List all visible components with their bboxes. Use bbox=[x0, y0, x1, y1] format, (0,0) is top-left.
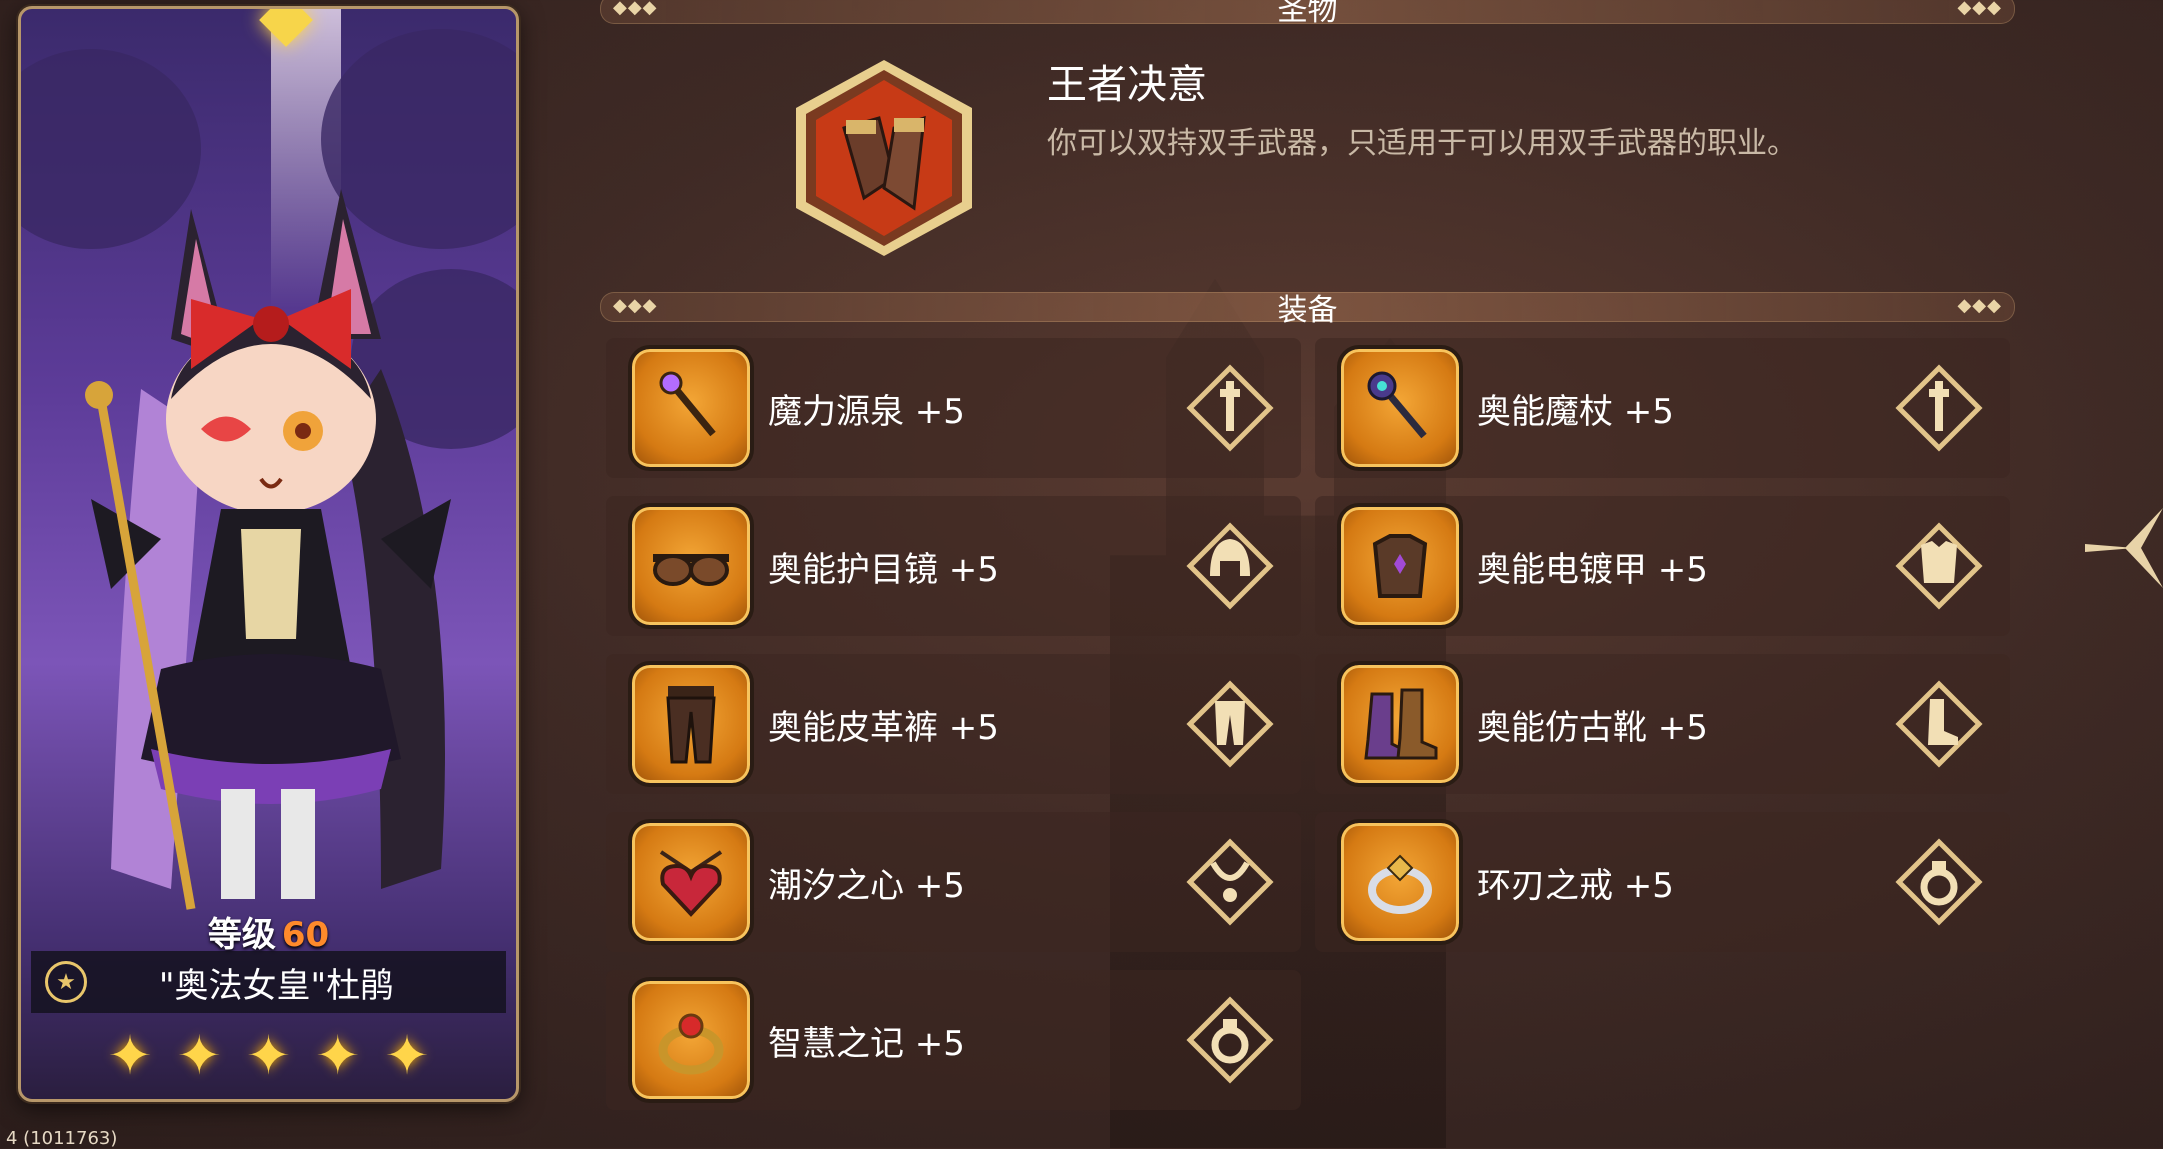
equipment-name: 奥能魔杖 +5 bbox=[1477, 391, 1674, 432]
equipment-name: 智慧之记 +5 bbox=[768, 1023, 965, 1064]
character-portrait bbox=[85, 189, 451, 910]
equipment-section-header: ◆◆◆ 装备 ◆◆◆ bbox=[600, 292, 2015, 328]
relic-section-header: ◆◆◆ 圣物 ◆◆◆ bbox=[600, 0, 2015, 28]
equipment-item[interactable]: 魔力源泉 +5 bbox=[606, 338, 1301, 478]
equipment-item[interactable]: 奥能护目镜 +5 bbox=[606, 496, 1301, 636]
equipment-item[interactable]: 奥能电镀甲 +5 bbox=[1315, 496, 2010, 636]
equipment-name: 潮汐之心 +5 bbox=[768, 865, 965, 906]
character-level: 等级 60 bbox=[21, 907, 516, 956]
pants-slot-icon bbox=[1186, 680, 1274, 768]
star-icon: ✦ bbox=[315, 1024, 361, 1087]
weapon-slot-icon bbox=[1895, 364, 1983, 452]
equipment-item[interactable]: 奥能皮革裤 +5 bbox=[606, 654, 1301, 794]
equipment-name: 奥能仿古靴 +5 bbox=[1477, 707, 1708, 748]
equipment-item[interactable]: 智慧之记 +5 bbox=[606, 970, 1301, 1110]
equipment-name: 环刃之戒 +5 bbox=[1477, 865, 1674, 906]
armor-icon bbox=[1337, 503, 1463, 629]
character-name-bar: ★ "奥法女皇"杜鹃 bbox=[31, 951, 506, 1013]
heart-amulet-icon bbox=[628, 819, 754, 945]
equipment-item[interactable]: 潮汐之心 +5 bbox=[606, 812, 1301, 952]
armor-slot-icon bbox=[1895, 522, 1983, 610]
equipment-name: 奥能皮革裤 +5 bbox=[768, 707, 999, 748]
star-icon: ✦ bbox=[107, 1024, 153, 1087]
necklace-slot-icon bbox=[1186, 838, 1274, 926]
next-page-arrow-icon[interactable] bbox=[2085, 498, 2163, 598]
relic-description: 你可以双持双手武器，只适用于可以用双手武器的职业。 bbox=[1047, 126, 1797, 161]
star-icon: ✦ bbox=[384, 1024, 430, 1087]
ornament-dots: ◆◆◆ bbox=[1957, 0, 2002, 18]
relic-name: 王者决意 bbox=[1047, 62, 1207, 108]
ring-slot-icon bbox=[1186, 996, 1274, 1084]
equipment-name: 魔力源泉 +5 bbox=[768, 391, 965, 432]
level-number: 60 bbox=[281, 915, 330, 955]
character-name: "奥法女皇"杜鹃 bbox=[158, 965, 395, 1006]
ornament-dots: ◆◆◆ bbox=[1957, 295, 2002, 316]
staff-icon bbox=[1337, 345, 1463, 471]
boots-icon bbox=[1337, 661, 1463, 787]
gauntlets-icon[interactable] bbox=[784, 58, 984, 258]
level-label: 等级 bbox=[207, 915, 276, 955]
equipment-item[interactable]: 奥能魔杖 +5 bbox=[1315, 338, 2010, 478]
star-icon: ✦ bbox=[245, 1024, 292, 1087]
weapon-slot-icon bbox=[1186, 364, 1274, 452]
equipment-item[interactable]: 奥能仿古靴 +5 bbox=[1315, 654, 2010, 794]
equipment-name: 奥能电镀甲 +5 bbox=[1477, 549, 1708, 590]
equipment-item[interactable]: 环刃之戒 +5 bbox=[1315, 812, 2010, 952]
relic-section-title: 圣物 bbox=[1277, 0, 1338, 28]
ornament-dots: ◆◆◆ bbox=[613, 0, 658, 18]
star-rating: ✦ ✦ ✦ ✦ ✦ bbox=[21, 1029, 516, 1083]
equipment-section-title: 装备 bbox=[1277, 293, 1338, 328]
ring-slot-icon bbox=[1895, 838, 1983, 926]
boots-slot-icon bbox=[1895, 680, 1983, 768]
rank-star-icon: ★ bbox=[45, 961, 87, 1003]
character-card[interactable]: 等级 60 ★ "奥法女皇"杜鹃 ✦ ✦ ✦ ✦ ✦ bbox=[18, 6, 519, 1102]
gold-ring-icon bbox=[628, 977, 754, 1103]
pants-icon bbox=[628, 661, 754, 787]
scepter-icon bbox=[628, 345, 754, 471]
goggles-icon bbox=[628, 503, 754, 629]
silver-ring-icon bbox=[1337, 819, 1463, 945]
debug-coords: 4 (1011763) bbox=[6, 1128, 118, 1149]
star-icon: ✦ bbox=[176, 1024, 222, 1087]
equipment-name: 奥能护目镜 +5 bbox=[768, 549, 999, 590]
ornament-dots: ◆◆◆ bbox=[613, 295, 658, 316]
helmet-slot-icon bbox=[1186, 522, 1274, 610]
